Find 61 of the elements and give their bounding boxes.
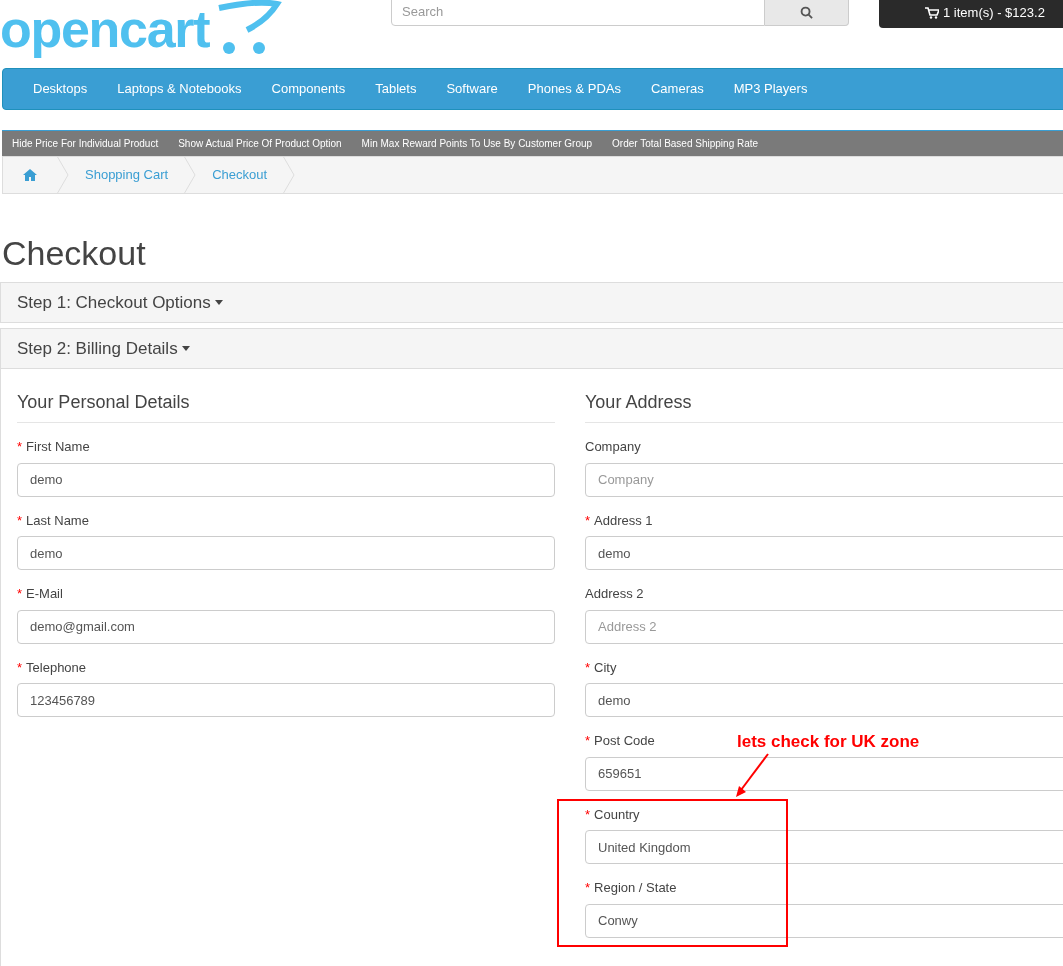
annotation-text: lets check for UK zone bbox=[737, 731, 920, 753]
caret-icon bbox=[214, 300, 223, 305]
page-title: Checkout bbox=[2, 233, 147, 274]
menu-item[interactable]: Laptops & Notebooks bbox=[102, 79, 257, 99]
menu-item[interactable]: Desktops bbox=[18, 79, 103, 99]
menu-item[interactable]: Cameras bbox=[635, 79, 719, 99]
required-asterisk: * bbox=[17, 658, 23, 677]
required-asterisk: * bbox=[17, 438, 23, 456]
field-label: Address 2 bbox=[585, 585, 644, 603]
promo-link[interactable]: Min Max Reward Points To Use By Customer Group bbox=[361, 136, 593, 151]
input-field[interactable]: demo bbox=[17, 462, 555, 497]
menu-item[interactable]: Tablets bbox=[360, 79, 432, 99]
field-label: Address 1 bbox=[594, 511, 653, 530]
input-field[interactable]: demo bbox=[17, 536, 555, 570]
arrow-icon bbox=[734, 752, 770, 798]
field-label: Country bbox=[594, 805, 640, 824]
required-asterisk: * bbox=[585, 511, 591, 530]
input-field[interactable]: United Kingdom bbox=[585, 830, 1063, 864]
promo-link[interactable]: Order Total Based Shipping Rate bbox=[612, 136, 759, 151]
cart-icon bbox=[925, 7, 939, 19]
field-label: Telephone bbox=[26, 658, 87, 677]
required-asterisk: * bbox=[17, 585, 23, 603]
cart-button[interactable]: 1 item(s) - $123.2 bbox=[879, 0, 1063, 28]
field-label: E-Mail bbox=[26, 585, 63, 603]
required-asterisk: * bbox=[585, 805, 591, 824]
input-field[interactable]: 659651 bbox=[585, 756, 1063, 791]
search-icon bbox=[800, 5, 813, 19]
section-heading: Your Address bbox=[585, 389, 1063, 423]
required-asterisk: * bbox=[585, 879, 591, 897]
input-field[interactable]: demo bbox=[585, 536, 1063, 570]
menu-item[interactable]: Phones & PDAs bbox=[512, 79, 636, 99]
required-asterisk: * bbox=[585, 658, 591, 677]
step-title[interactable]: Step 2: Billing Details bbox=[17, 335, 178, 362]
promo-link[interactable]: Hide Price For Individual Product bbox=[12, 136, 159, 151]
search-field[interactable]: Search bbox=[391, 0, 765, 26]
required-asterisk: * bbox=[17, 511, 23, 530]
input-field[interactable]: 123456789 bbox=[17, 683, 555, 717]
field-label: First Name bbox=[26, 438, 90, 456]
search-button[interactable] bbox=[765, 0, 849, 26]
input-field[interactable]: Company bbox=[585, 462, 1063, 497]
caret-icon bbox=[181, 346, 190, 351]
field-label: Company bbox=[585, 438, 641, 456]
step-title[interactable]: Step 1: Checkout Options bbox=[17, 289, 211, 316]
menu-item[interactable]: MP3 Players bbox=[718, 79, 823, 99]
step-header[interactable]: Step 1: Checkout Options bbox=[1, 283, 1063, 322]
input-field[interactable]: demo@gmail.com bbox=[17, 609, 555, 644]
input-field[interactable]: Address 2 bbox=[585, 609, 1063, 644]
section-heading: Your Personal Details bbox=[17, 389, 555, 423]
field-label: Post Code bbox=[594, 732, 655, 750]
breadcrumb-link[interactable]: Checkout bbox=[196, 165, 284, 185]
promo-link[interactable]: Show Actual Price Of Product Option bbox=[178, 136, 342, 151]
field-label: City bbox=[594, 658, 617, 677]
step-header[interactable]: Step 2: Billing Details bbox=[1, 329, 1063, 368]
field-label: Last Name bbox=[26, 511, 89, 530]
menu-item[interactable]: Components bbox=[256, 79, 361, 99]
input-field[interactable]: Conwy bbox=[585, 903, 1063, 938]
breadcrumb-link[interactable]: Shopping Cart bbox=[69, 165, 185, 185]
menu-item[interactable]: Software bbox=[431, 79, 513, 99]
field-label: Region / State bbox=[594, 879, 677, 897]
input-field[interactable]: demo bbox=[585, 683, 1063, 717]
required-asterisk: * bbox=[585, 732, 591, 750]
